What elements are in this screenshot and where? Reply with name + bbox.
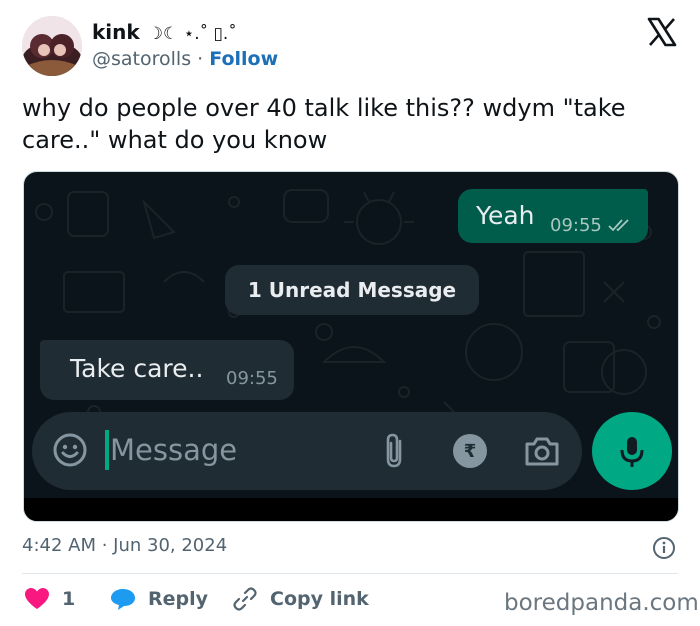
incoming-message-time: 09:55	[226, 368, 278, 389]
incoming-message-text: Take care..	[70, 354, 204, 383]
unread-banner: 1 Unread Message	[225, 265, 479, 315]
watermark: boredpanda.com	[504, 590, 699, 616]
double-tick-icon	[608, 219, 629, 232]
avatar[interactable]	[22, 16, 82, 76]
rupee-payment-icon[interactable]: ₹	[452, 433, 488, 469]
emoji-icon[interactable]	[52, 432, 88, 468]
outgoing-message-text: Yeah	[476, 201, 535, 230]
media-image[interactable]: Yeah 09:55 1 Unread Message Take care.. …	[23, 171, 679, 522]
x-logo-icon[interactable]	[646, 16, 678, 48]
text-cursor	[105, 430, 109, 470]
bottom-strip	[24, 498, 678, 521]
separator: ·	[197, 48, 204, 70]
author-handle-row: @satorolls · Follow	[92, 48, 278, 70]
like-count: 1	[62, 588, 76, 610]
copy-link-button[interactable]: Copy link	[232, 584, 369, 614]
reply-button[interactable]: Reply	[110, 584, 208, 614]
heart-icon	[25, 588, 49, 609]
message-composer: ₹	[32, 412, 582, 490]
name-decoration: ☽☾ ⋆.˚ ▯.˚	[147, 24, 237, 44]
tweet-timestamp[interactable]: 4:42 AM · Jun 30, 2024	[22, 535, 227, 556]
divider	[22, 573, 678, 574]
incoming-message[interactable]: Take care.. 09:55	[40, 340, 294, 400]
microphone-icon	[620, 437, 644, 467]
follow-button[interactable]: Follow	[209, 48, 278, 70]
display-name[interactable]: kink	[92, 20, 140, 44]
svg-text:₹: ₹	[464, 441, 477, 462]
link-icon	[233, 587, 257, 611]
author-handle[interactable]: @satorolls	[92, 48, 191, 70]
reply-label: Reply	[148, 588, 209, 610]
copy-link-label: Copy link	[270, 588, 369, 610]
outgoing-message-time: 09:55	[550, 215, 602, 236]
info-icon[interactable]	[652, 536, 676, 560]
message-input[interactable]	[110, 430, 360, 470]
like-button[interactable]: 1	[24, 584, 75, 614]
tweet-text: why do people over 40 talk like this?? w…	[22, 94, 626, 154]
camera-icon[interactable]	[524, 433, 560, 469]
outgoing-message[interactable]: Yeah 09:55	[458, 189, 648, 243]
author-name[interactable]: kink ☽☾ ⋆.˚ ▯.˚	[92, 20, 237, 44]
attach-icon[interactable]	[380, 431, 408, 471]
voice-message-button[interactable]	[592, 412, 672, 490]
reply-bubble-icon	[111, 589, 135, 610]
